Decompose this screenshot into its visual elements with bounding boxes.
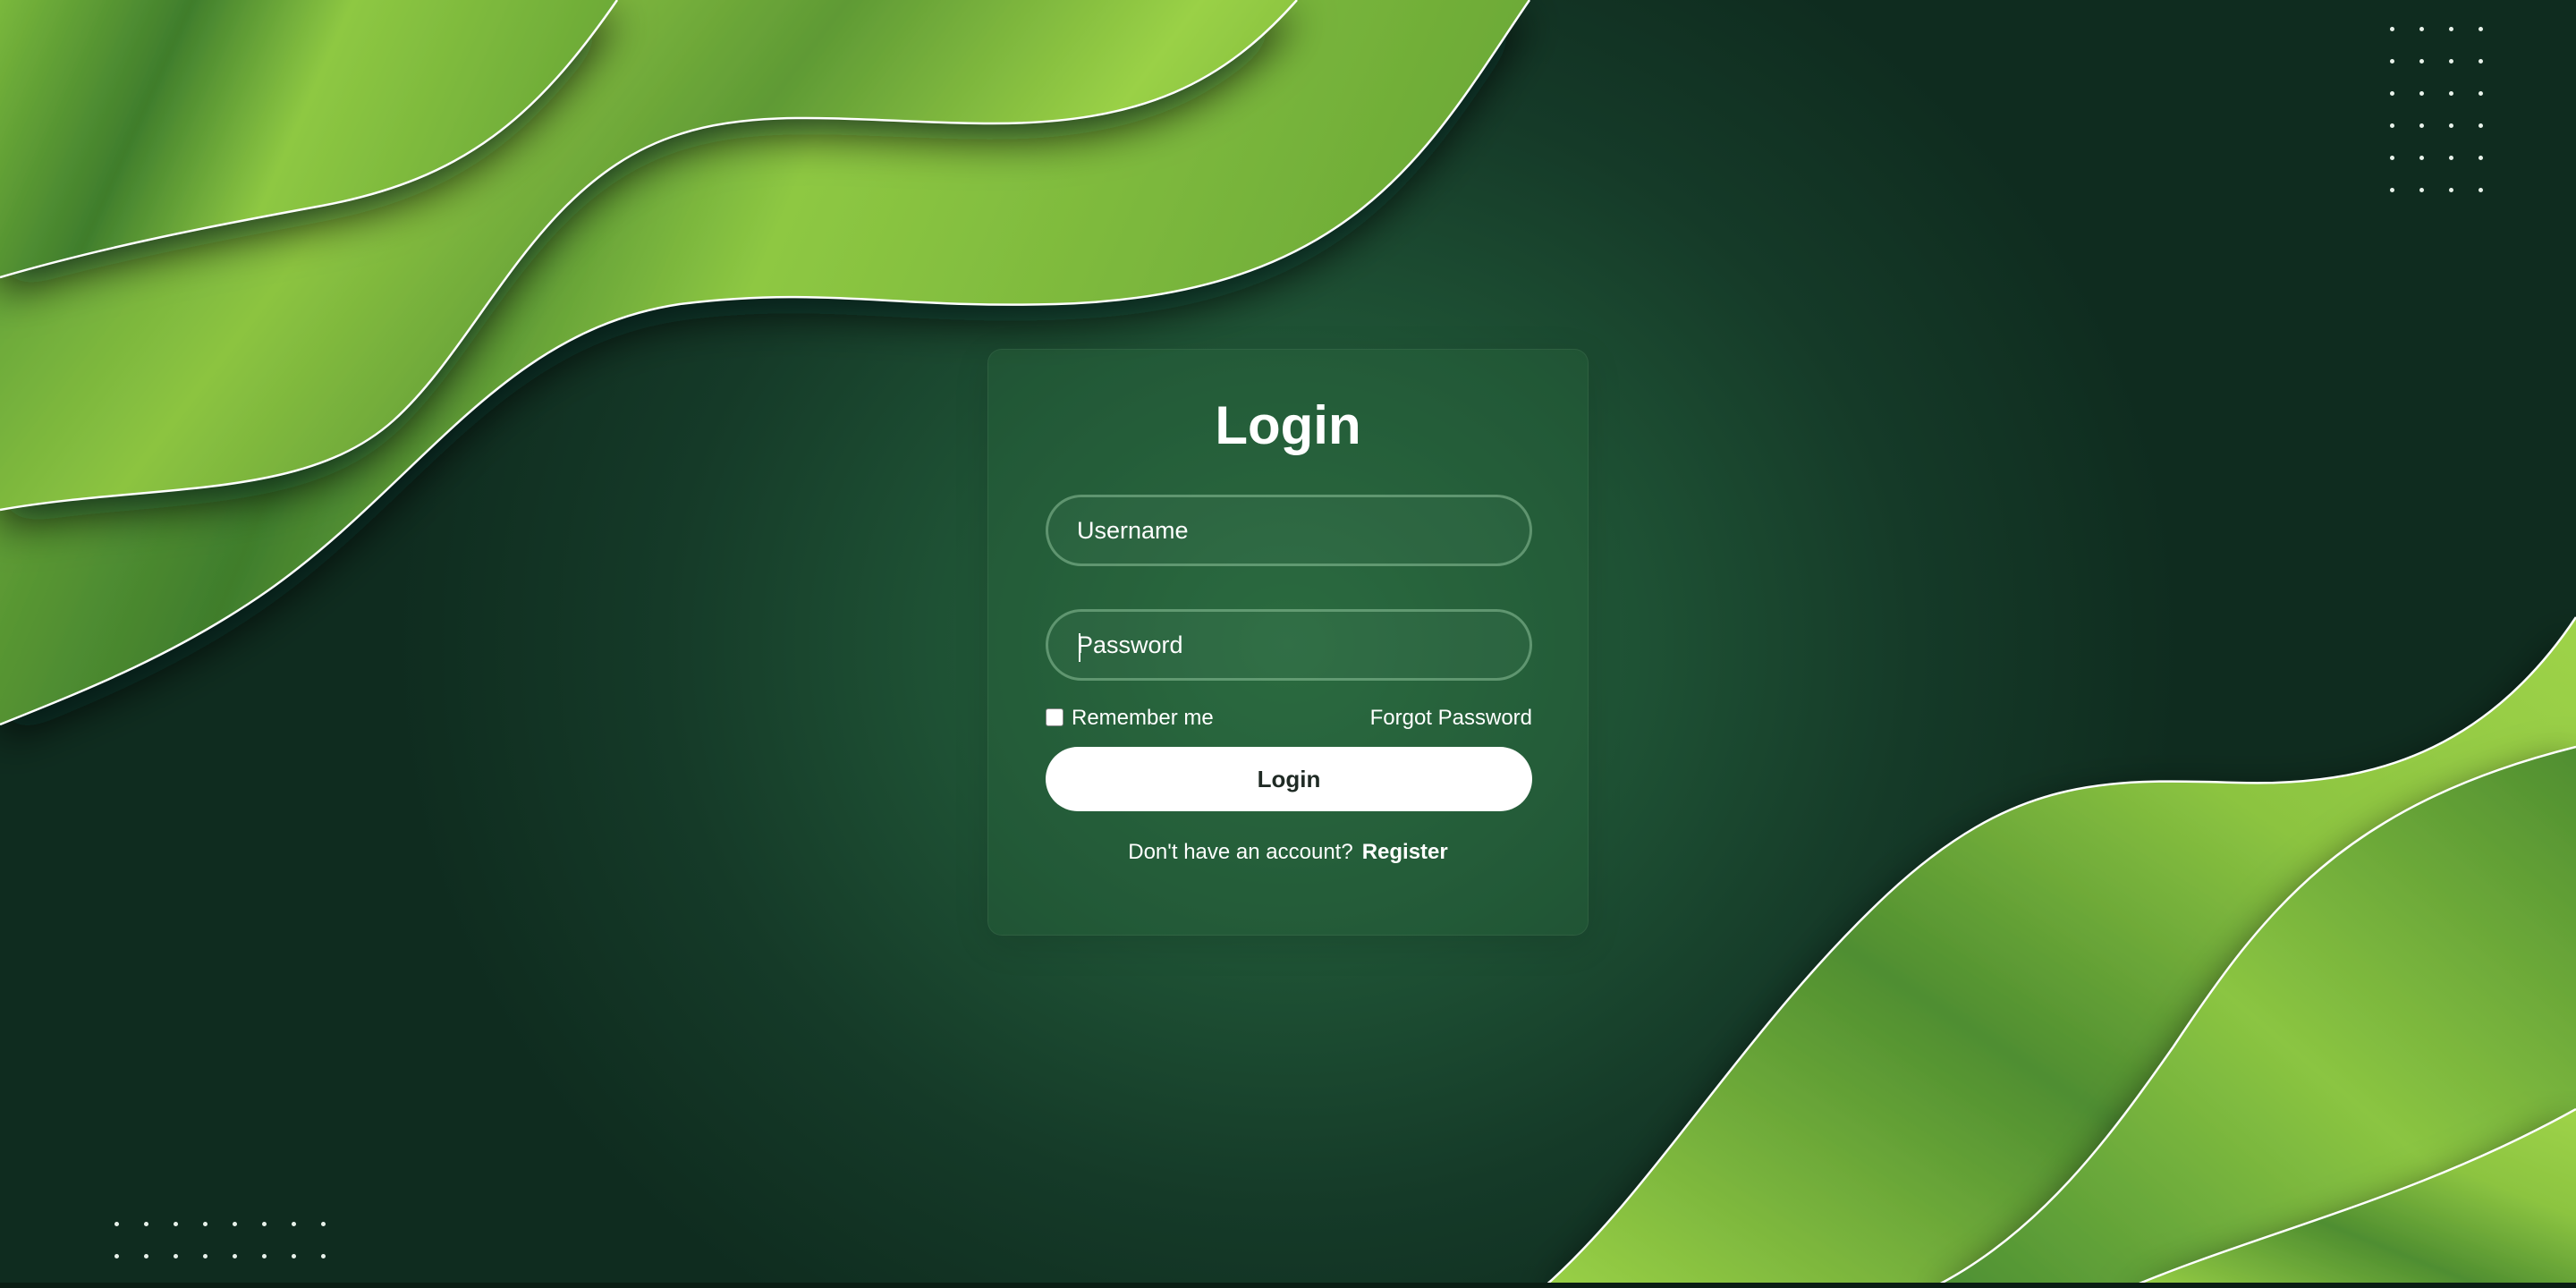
username-field[interactable]: [1046, 495, 1532, 566]
forgot-password-link[interactable]: Forgot Password: [1370, 702, 1532, 734]
decorative-dot: [233, 1222, 237, 1226]
remember-me-checkbox[interactable]: [1046, 708, 1063, 726]
decorative-dot: [2390, 188, 2394, 192]
decorative-dot: [233, 1254, 237, 1258]
decorative-dot: [321, 1222, 326, 1226]
decorative-dot: [2390, 59, 2394, 64]
decorative-dot: [2419, 123, 2424, 128]
register-prompt-text: Don't have an account?: [1128, 840, 1353, 864]
decorative-dot: [2479, 59, 2483, 64]
decorative-dot: [144, 1254, 148, 1258]
decorative-dot: [2419, 156, 2424, 160]
decorative-dot: [2449, 91, 2453, 96]
decorative-dot: [292, 1254, 296, 1258]
decorative-dot: [2419, 91, 2424, 96]
login-page: Login Remember me Forgot Password Login …: [0, 0, 2576, 1288]
decorative-dot: [144, 1222, 148, 1226]
register-prompt: Don't have an account? Register: [988, 836, 1588, 869]
decorative-dot: [2419, 188, 2424, 192]
password-input[interactable]: [1077, 612, 1503, 678]
decorative-dot: [321, 1254, 326, 1258]
decorative-dot: [203, 1222, 208, 1226]
decorative-dot: [2449, 188, 2453, 192]
remember-me-label: Remember me: [1072, 706, 1214, 730]
decorative-dot: [2479, 156, 2483, 160]
decorative-dot: [2479, 91, 2483, 96]
register-link[interactable]: Register: [1362, 840, 1448, 864]
decorative-dot: [114, 1254, 119, 1258]
bottom-edge: [0, 1283, 2576, 1288]
text-cursor: [1079, 633, 1080, 662]
decorative-dot: [2479, 27, 2483, 31]
decorative-dot: [2390, 91, 2394, 96]
decorative-dot: [2449, 123, 2453, 128]
decorative-dot: [203, 1254, 208, 1258]
password-field[interactable]: [1046, 609, 1532, 681]
decorative-dot: [2479, 123, 2483, 128]
decorative-dot: [2449, 27, 2453, 31]
login-options: Remember me Forgot Password: [1046, 702, 1532, 734]
decorative-dot: [2449, 59, 2453, 64]
decorative-dot: [292, 1222, 296, 1226]
decorative-dot: [174, 1222, 178, 1226]
login-card: Login Remember me Forgot Password Login …: [987, 349, 1589, 936]
decorative-dot: [2449, 156, 2453, 160]
login-button[interactable]: Login: [1046, 747, 1532, 811]
username-input[interactable]: [1077, 497, 1503, 564]
decorative-dot: [262, 1222, 267, 1226]
decorative-dot: [174, 1254, 178, 1258]
decorative-dot: [2479, 188, 2483, 192]
remember-me[interactable]: Remember me: [1046, 702, 1214, 734]
decorative-dot: [2419, 27, 2424, 31]
login-title: Login: [1215, 395, 1361, 455]
decorative-dot: [114, 1222, 119, 1226]
decorative-dot: [2419, 59, 2424, 64]
decorative-dot: [262, 1254, 267, 1258]
decorative-dot: [2390, 156, 2394, 160]
decorative-dot: [2390, 123, 2394, 128]
decorative-dot: [2390, 27, 2394, 31]
